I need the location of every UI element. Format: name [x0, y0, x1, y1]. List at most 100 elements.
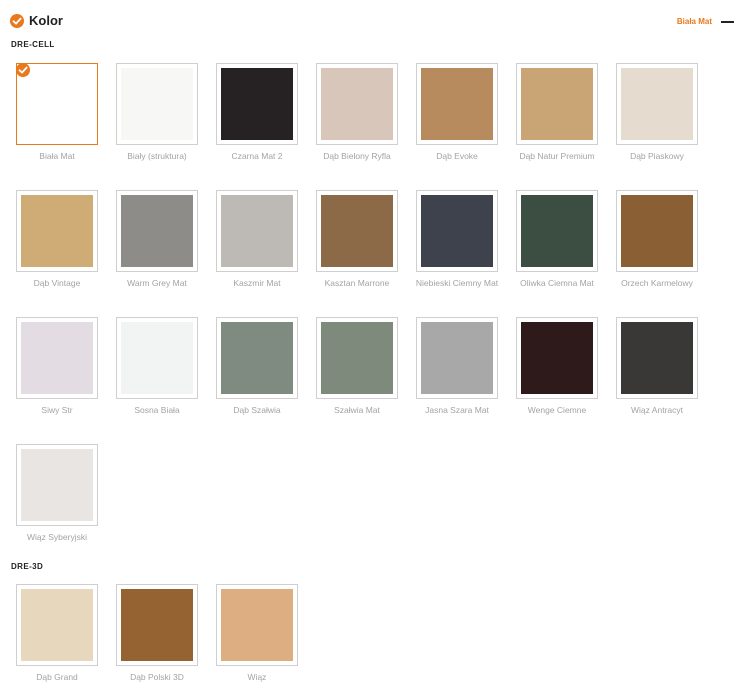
color-swatch-option[interactable]: Oliwka Ciemna Mat — [516, 190, 616, 289]
color-swatch-option[interactable]: Jasna Szara Mat — [416, 317, 516, 416]
swatch-color — [521, 322, 593, 394]
swatch-frame — [316, 190, 398, 272]
color-swatch-option[interactable]: Sosna Biała — [116, 317, 216, 416]
color-swatch-option[interactable]: Niebieski Ciemny Mat — [416, 190, 516, 289]
swatch-label: Kasztan Marrone — [324, 278, 390, 288]
selected-checkmark-icon — [16, 63, 30, 77]
swatch-color — [21, 589, 93, 661]
color-swatch-option[interactable]: Wenge Ciemne — [516, 317, 616, 416]
swatch-frame — [116, 190, 198, 272]
color-swatch-option[interactable]: Dąb Szałwia — [216, 317, 316, 416]
swatch-frame — [216, 190, 298, 272]
section-title: Kolor — [29, 13, 63, 28]
swatch-color — [521, 195, 593, 267]
swatch-label: Siwy Str — [41, 405, 73, 415]
swatch-color — [621, 195, 693, 267]
swatch-frame — [116, 317, 198, 399]
swatch-label: Dąb Grand — [36, 672, 78, 682]
swatch-color — [21, 68, 93, 140]
swatch-color — [421, 322, 493, 394]
swatch-label: Dąb Vintage — [33, 278, 81, 288]
color-swatch-option[interactable]: Szałwia Mat — [316, 317, 416, 416]
color-swatch-option[interactable]: Dąb Bielony Ryfla — [316, 63, 416, 162]
swatch-label: Dąb Szałwia — [233, 405, 281, 415]
swatch-color — [421, 68, 493, 140]
swatch-color — [121, 589, 193, 661]
swatch-color — [121, 195, 193, 267]
swatch-frame — [416, 190, 498, 272]
swatch-label: Dąb Bielony Ryfla — [323, 151, 391, 161]
swatch-label: Czarna Mat 2 — [231, 151, 283, 161]
swatch-frame — [616, 190, 698, 272]
color-swatch-option[interactable]: Kasztan Marrone — [316, 190, 416, 289]
color-swatch-option[interactable]: Wiąz Antracyt — [616, 317, 716, 416]
swatch-label: Wiąz Antracyt — [631, 405, 683, 415]
color-section-header[interactable]: Kolor Biała Mat — [10, 12, 740, 32]
swatch-frame — [16, 63, 98, 145]
swatch-frame — [616, 317, 698, 399]
color-swatch-option[interactable]: Warm Grey Mat — [116, 190, 216, 289]
swatch-color — [21, 195, 93, 267]
swatch-frame — [16, 444, 98, 526]
swatch-color — [321, 195, 393, 267]
swatch-label: Jasna Szara Mat — [425, 405, 489, 415]
collapse-minus-icon[interactable] — [721, 21, 734, 23]
swatch-frame — [416, 63, 498, 145]
swatch-frame — [316, 63, 398, 145]
swatch-label: Biała Mat — [39, 151, 75, 161]
color-swatch-option[interactable]: Biała Mat — [16, 63, 116, 162]
group-title-dre-cell: DRE-CELL — [11, 40, 55, 49]
color-swatch-option[interactable]: Dąb Piaskowy — [616, 63, 716, 162]
swatch-frame — [16, 190, 98, 272]
swatch-color — [221, 195, 293, 267]
swatch-label: Dąb Piaskowy — [630, 151, 684, 161]
swatch-label: Dąb Evoke — [436, 151, 478, 161]
swatch-label: Wenge Ciemne — [527, 405, 587, 415]
color-swatch-option[interactable]: Czarna Mat 2 — [216, 63, 316, 162]
swatch-frame — [216, 63, 298, 145]
swatch-label: Sosna Biała — [134, 405, 180, 415]
color-swatch-option[interactable]: Orzech Karmelowy — [616, 190, 716, 289]
swatch-color — [321, 322, 393, 394]
swatch-color — [221, 68, 293, 140]
swatch-color — [21, 322, 93, 394]
color-swatch-option[interactable]: Dąb Polski 3D — [116, 584, 216, 683]
swatch-label: Kaszmir Mat — [233, 278, 281, 288]
swatch-frame — [516, 63, 598, 145]
swatch-color — [221, 322, 293, 394]
swatch-color — [621, 68, 693, 140]
swatch-frame — [16, 584, 98, 666]
swatch-color — [421, 195, 493, 267]
swatch-label: Warm Grey Mat — [127, 278, 187, 288]
swatch-label: Dąb Natur Premium — [519, 151, 595, 161]
swatch-label: Biały (struktura) — [127, 151, 187, 161]
swatch-label: Wiąz Syberyjski — [27, 532, 87, 542]
color-swatch-option[interactable]: Wiąz Syberyjski — [16, 444, 116, 543]
swatch-frame — [416, 317, 498, 399]
swatch-frame — [216, 584, 298, 666]
checkmark-icon — [10, 14, 24, 28]
color-swatch-option[interactable]: Siwy Str — [16, 317, 116, 416]
swatch-color — [621, 322, 693, 394]
color-swatch-option[interactable]: Kaszmir Mat — [216, 190, 316, 289]
color-swatch-option[interactable]: Dąb Natur Premium — [516, 63, 616, 162]
swatch-color — [21, 449, 93, 521]
color-swatch-option[interactable]: Wiąz — [216, 584, 316, 683]
swatch-frame — [616, 63, 698, 145]
swatch-color — [121, 322, 193, 394]
swatch-frame — [316, 317, 398, 399]
swatch-color — [221, 589, 293, 661]
color-swatch-option[interactable]: Dąb Grand — [16, 584, 116, 683]
swatch-frame — [216, 317, 298, 399]
color-swatch-option[interactable]: Dąb Evoke — [416, 63, 516, 162]
swatch-label: Oliwka Ciemna Mat — [520, 278, 594, 288]
swatch-label: Niebieski Ciemny Mat — [415, 278, 499, 288]
swatch-color — [521, 68, 593, 140]
swatch-label: Szałwia Mat — [334, 405, 380, 415]
group-title-dre-3d: DRE-3D — [11, 562, 44, 571]
color-swatch-option[interactable]: Biały (struktura) — [116, 63, 216, 162]
swatch-frame — [116, 584, 198, 666]
swatch-frame — [516, 317, 598, 399]
swatch-label: Dąb Polski 3D — [130, 672, 184, 682]
color-swatch-option[interactable]: Dąb Vintage — [16, 190, 116, 289]
